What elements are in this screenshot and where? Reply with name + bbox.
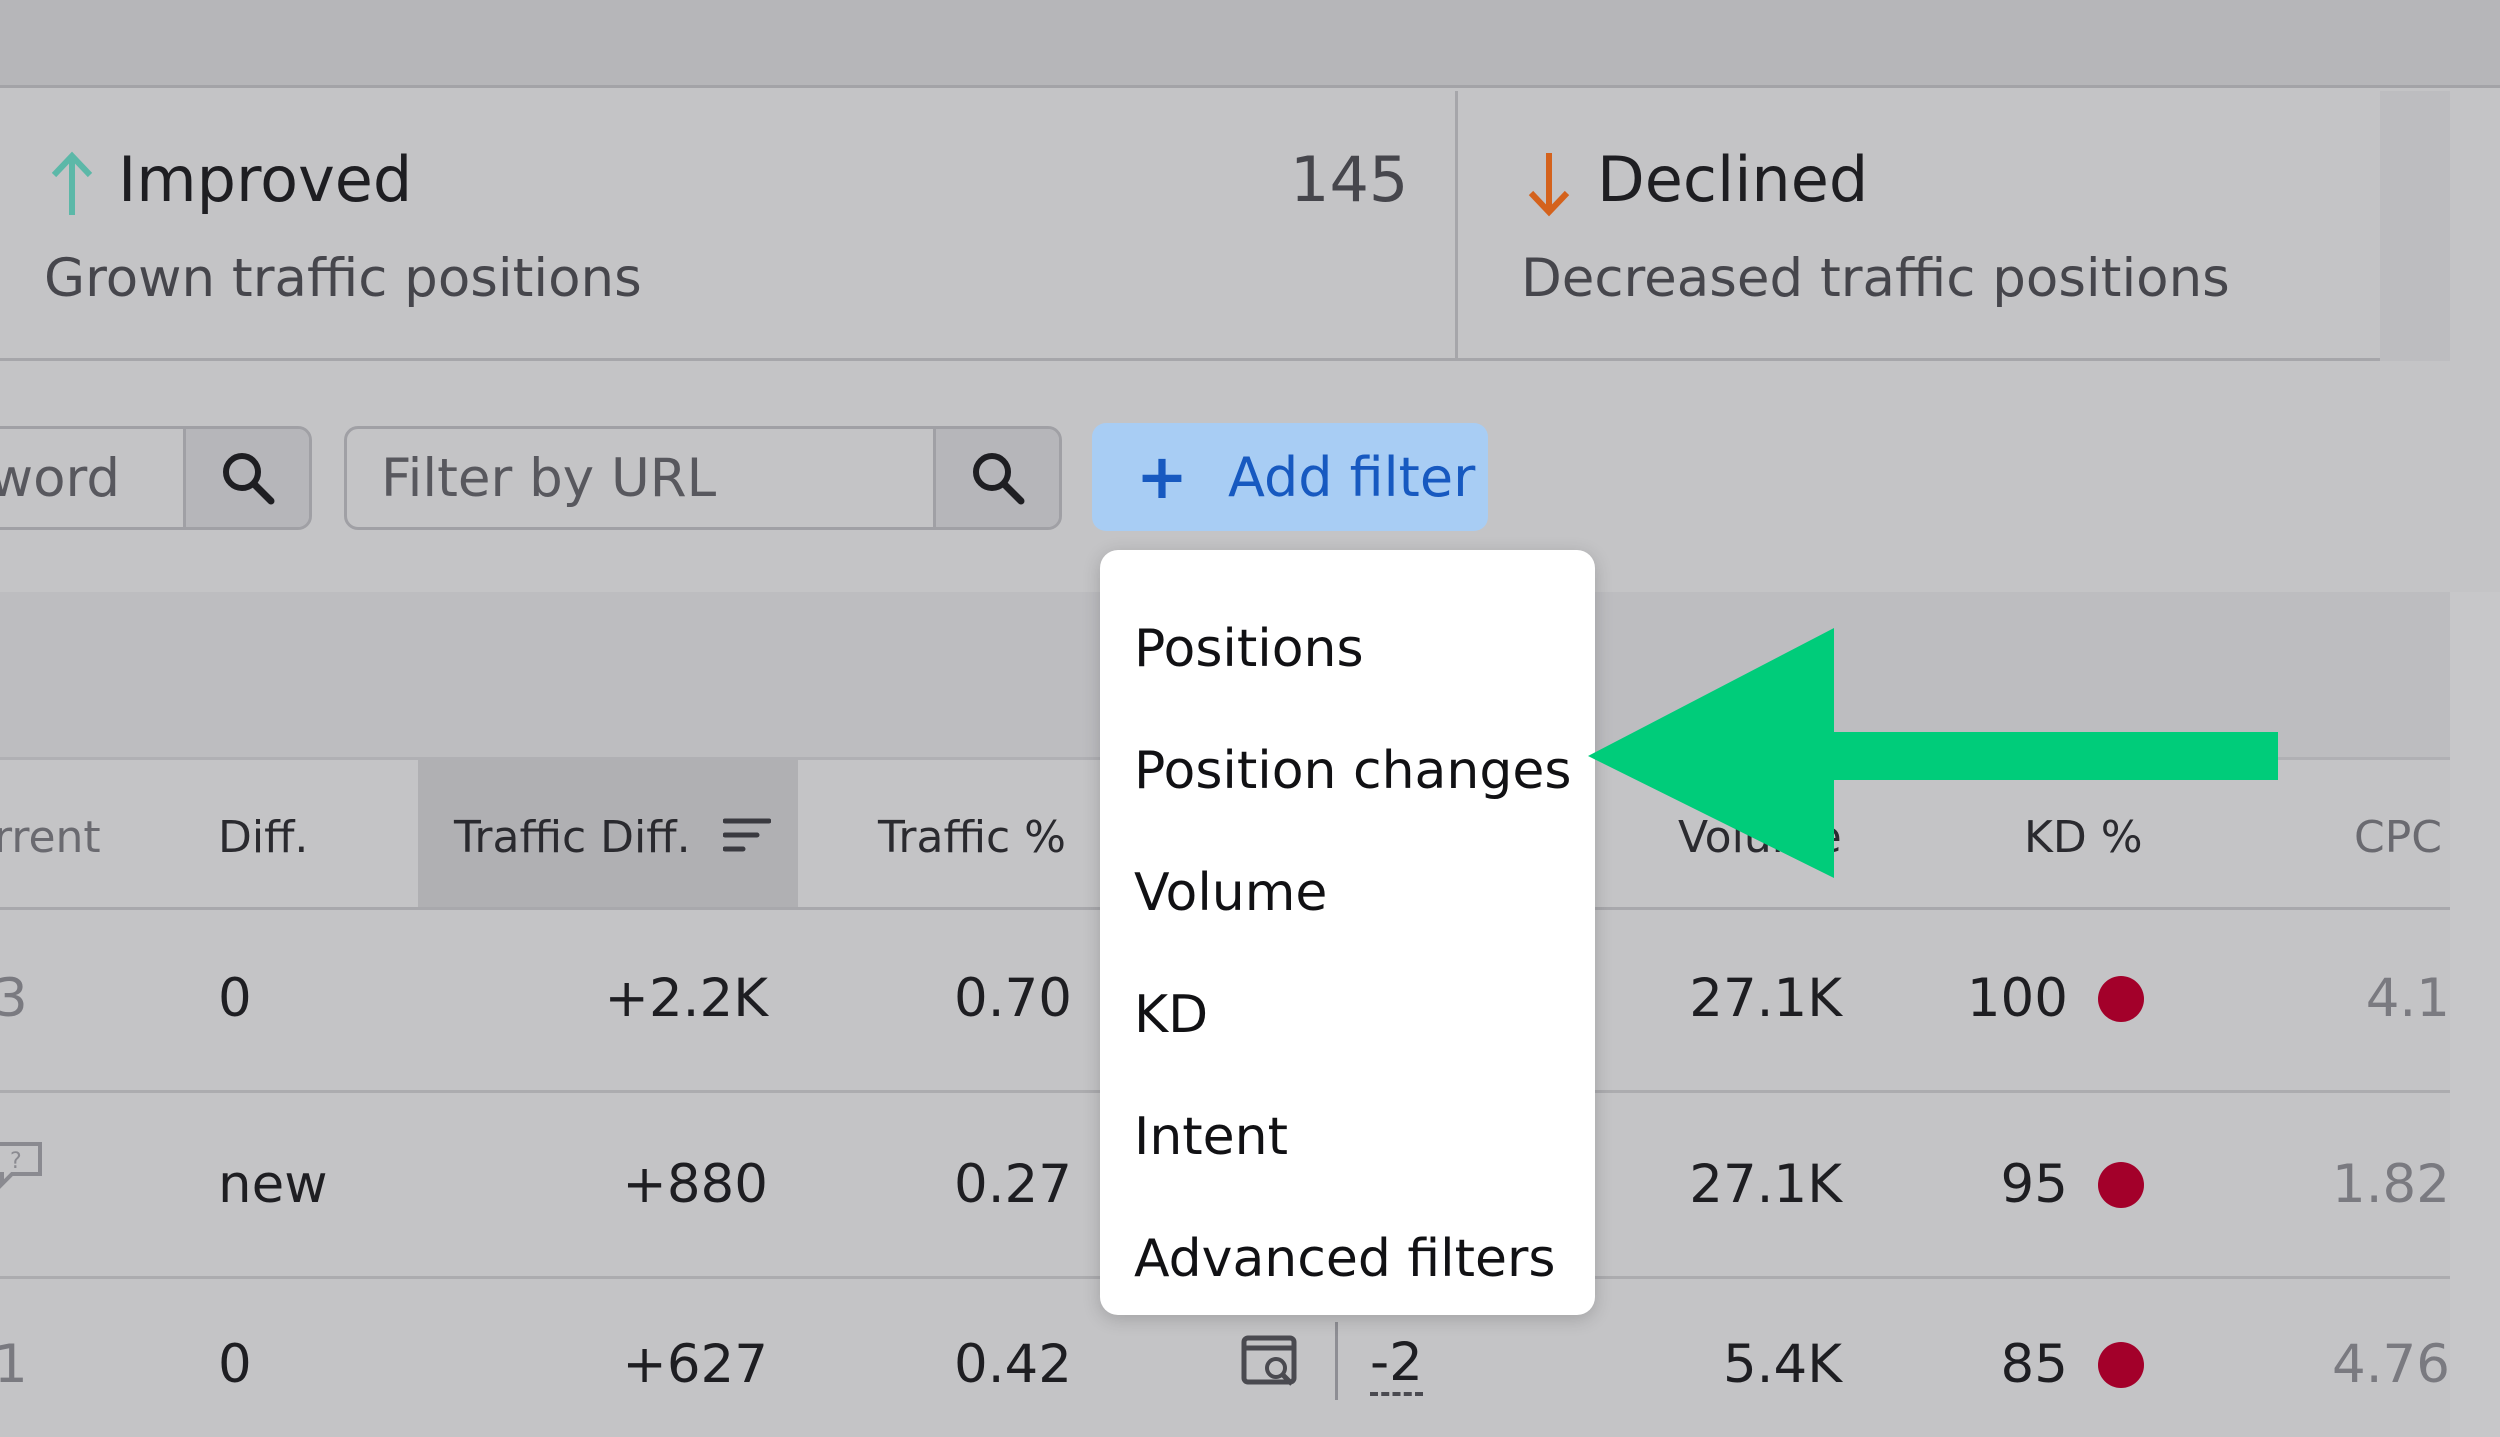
keyword-filter[interactable] [0, 426, 312, 530]
keyword-filter-input[interactable] [0, 429, 193, 527]
cell-position-change[interactable]: -2 [1370, 1333, 1423, 1397]
add-filter-label: Add filter [1227, 445, 1476, 509]
cell-volume: 27.1K [1689, 968, 1842, 1029]
kd-difficulty-dot [2098, 1342, 2144, 1388]
cell-traffic-pct: 0.42 [953, 1334, 1072, 1395]
th-traffic-diff[interactable]: Traffic Diff. [454, 812, 772, 863]
kd-difficulty-dot [2098, 1162, 2144, 1208]
url-search-button[interactable] [933, 429, 1059, 527]
serp-feature-icon[interactable]: ? [0, 1138, 46, 1194]
cell-cpc: 1.82 [2331, 1154, 2450, 1215]
menu-item-volume[interactable]: Volume [1100, 832, 1595, 954]
add-filter-button[interactable]: + Add filter [1092, 423, 1488, 531]
cell-traffic-diff: +627 [622, 1334, 768, 1395]
summary-row: Improved 145 Grown traffic positions Dec… [0, 91, 2450, 361]
cell-cpc: 4.1 [2365, 968, 2450, 1029]
svg-text:?: ? [10, 1149, 22, 1174]
keyword-search-button[interactable] [183, 429, 309, 527]
cell-divider [1335, 1322, 1338, 1400]
url-filter-input[interactable] [347, 429, 939, 527]
table-overflow-fade [2450, 592, 2500, 1437]
menu-item-positions[interactable]: Positions [1100, 588, 1595, 710]
declined-card[interactable]: Declined Decreased traffic positions [1461, 91, 2381, 358]
search-icon [972, 453, 1024, 505]
menu-item-advanced-filters[interactable]: Advanced filters [1100, 1198, 1595, 1320]
improved-subtitle: Grown traffic positions [44, 248, 642, 309]
th-cpc[interactable]: CPC [2354, 812, 2442, 863]
menu-item-position-changes[interactable]: Position changes [1100, 710, 1595, 832]
improved-title: Improved [118, 143, 413, 216]
arrow-up-icon [51, 151, 93, 215]
arrow-down-icon [1528, 153, 1570, 217]
cell-traffic-pct: 0.27 [953, 1154, 1072, 1215]
annotation-arrow-icon [1588, 628, 2278, 878]
cell-diff: new [218, 1154, 328, 1215]
cell-kd: 95 [2000, 1154, 2068, 1215]
declined-subtitle: Decreased traffic positions [1521, 248, 2230, 309]
cell-diff: 0 [218, 968, 252, 1029]
plus-icon: + [1136, 440, 1188, 513]
cell-traffic-diff: +2.2K [604, 968, 768, 1029]
menu-item-kd[interactable]: KD [1100, 954, 1595, 1076]
cell-diff: 0 [218, 1334, 252, 1395]
cell-cpc: 4.76 [2331, 1334, 2450, 1395]
cell-traffic-pct: 0.70 [953, 968, 1072, 1029]
add-filter-dropdown: Positions Position changes Volume KD Int… [1100, 550, 1595, 1315]
url-filter[interactable] [344, 426, 1062, 530]
cell-volume: 5.4K [1722, 1334, 1842, 1395]
menu-item-intent[interactable]: Intent [1100, 1076, 1595, 1198]
top-strip [0, 0, 2500, 88]
improved-card[interactable]: Improved 145 Grown traffic positions [0, 91, 1458, 358]
cell-traffic-diff: +880 [622, 1154, 768, 1215]
improved-count: 145 [1290, 143, 1409, 216]
sort-desc-icon [722, 818, 772, 852]
cell-kd: 85 [2000, 1334, 2068, 1395]
cell-volume: 27.1K [1689, 1154, 1842, 1215]
th-current[interactable]: rrent [0, 812, 101, 863]
th-traffic-diff-label: Traffic Diff. [454, 812, 691, 863]
kd-difficulty-dot [2098, 976, 2144, 1022]
serp-preview-icon[interactable] [1240, 1334, 1302, 1390]
cell-current: 3 [0, 968, 28, 1029]
declined-title: Declined [1597, 143, 1869, 216]
th-diff[interactable]: Diff. [218, 812, 308, 863]
cell-kd: 100 [1966, 968, 2068, 1029]
card-overflow-fade [2380, 91, 2450, 361]
th-traffic-pct[interactable]: Traffic % [878, 812, 1066, 863]
search-icon [222, 453, 274, 505]
cell-current: 1 [0, 1334, 28, 1395]
